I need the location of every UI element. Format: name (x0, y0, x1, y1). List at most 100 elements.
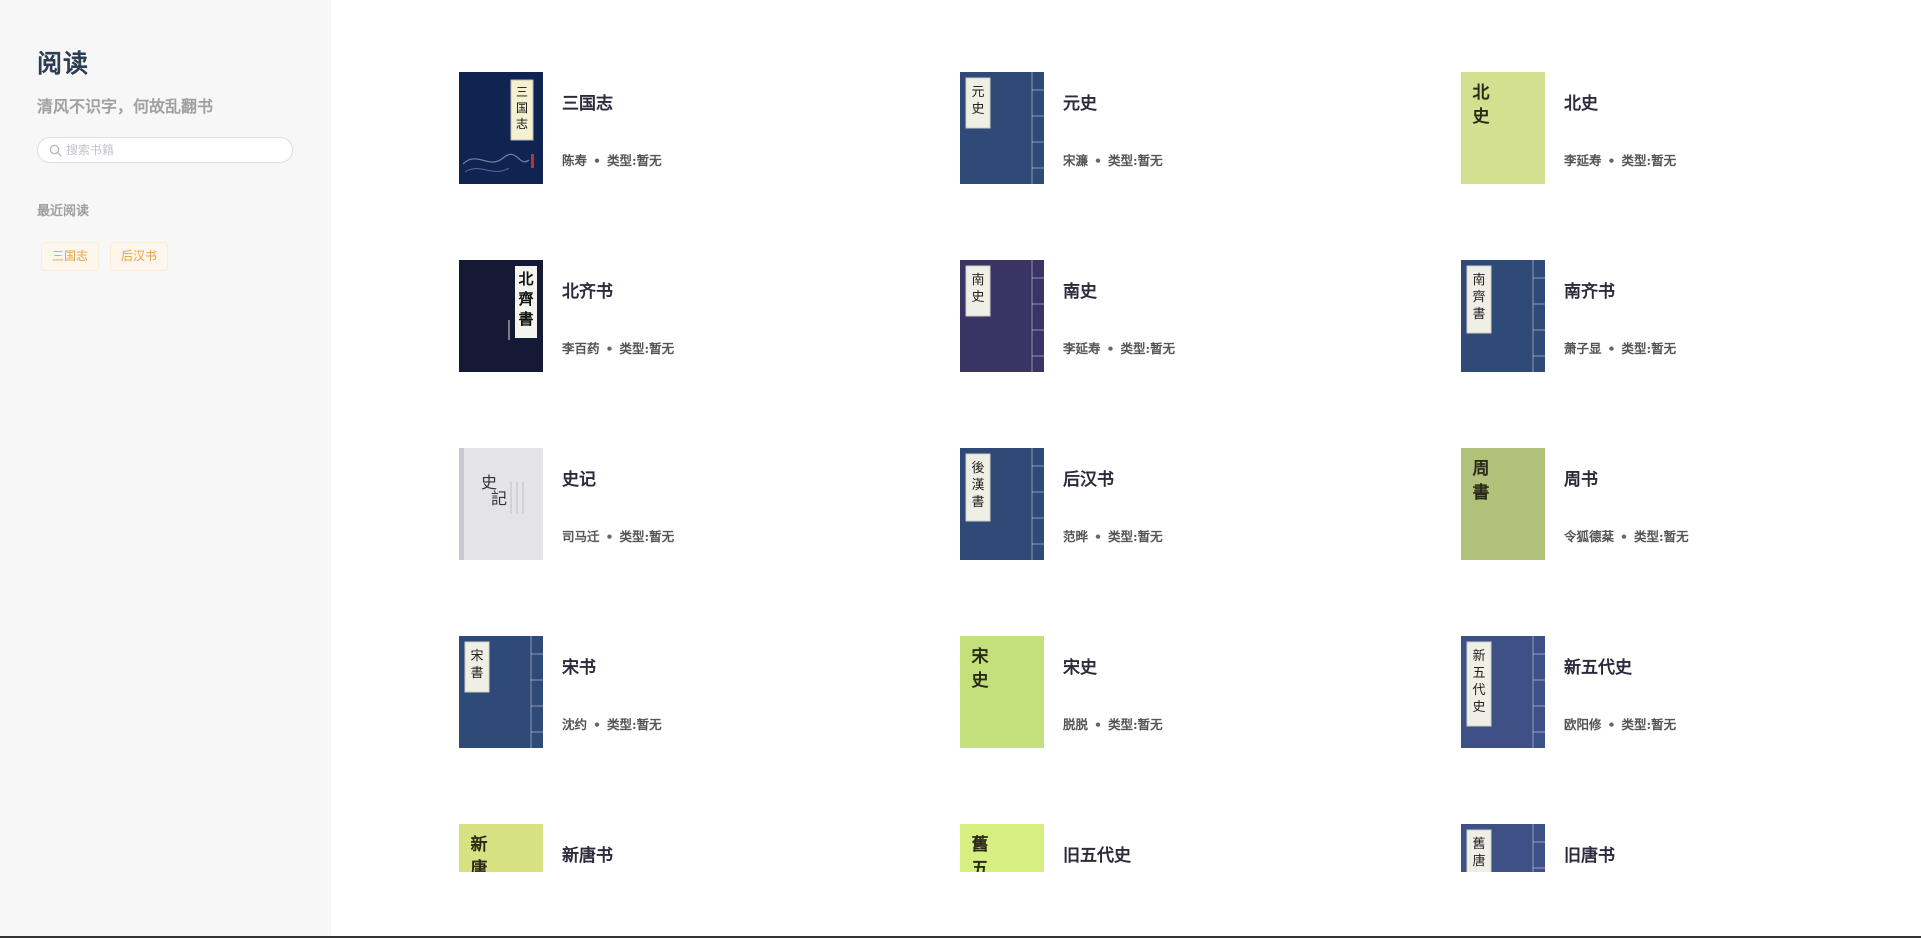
book-card[interactable]: 元史元史 宋濂 • 类型:暂无 (960, 72, 1420, 184)
book-card[interactable]: 宋史宋史脱脱 • 类型:暂无 (960, 636, 1420, 748)
svg-text:三: 三 (516, 85, 528, 99)
book-card[interactable]: 史記史记 司马迁 • 类型:暂无 (459, 448, 919, 560)
svg-text:記: 記 (491, 489, 507, 508)
svg-text:五: 五 (972, 859, 989, 872)
book-title[interactable]: 周书 (1564, 465, 1598, 490)
book-card[interactable]: 後漢書后汉书范晔 • 类型:暂无 (960, 448, 1420, 560)
book-card[interactable]: 舊五旧五代史 (960, 824, 1420, 872)
svg-text:周: 周 (1473, 459, 1490, 479)
book-cover-image[interactable]: 南史 (960, 260, 1044, 372)
book-cover-image[interactable]: 新唐 (459, 824, 543, 872)
book-title[interactable]: 北史 (1564, 89, 1598, 114)
book-author: 范晔 (1063, 529, 1089, 544)
book-title[interactable]: 史记 (562, 465, 596, 490)
book-cover-image[interactable]: 周書 (1461, 448, 1545, 560)
book-cover-image[interactable]: 舊唐 (1461, 824, 1545, 872)
book-type: 类型:暂无 (1621, 341, 1677, 356)
separator-dot: • (1094, 717, 1103, 732)
book-author: 李延寿 (1063, 341, 1101, 356)
book-grid: 三国志三国志 陈寿 • 类型:暂无元史元史 宋濂 • 类型:暂无北史北史 李延寿 • 类型:暂无北… (331, 0, 1921, 872)
book-title[interactable]: 旧唐书 (1564, 841, 1615, 866)
book-meta: 脱脱 • 类型:暂无 (1063, 714, 1163, 733)
search-box[interactable] (37, 137, 293, 163)
svg-text:書: 書 (518, 310, 533, 328)
book-author: 司马迁 (562, 529, 600, 544)
svg-text:書: 書 (470, 666, 483, 681)
book-card[interactable]: 南史南史 李延寿 • 类型:暂无 (960, 260, 1420, 372)
book-type: 类型:暂无 (1634, 529, 1689, 544)
book-type: 类型:暂无 (1108, 717, 1163, 732)
svg-text:南: 南 (1472, 272, 1485, 288)
book-title[interactable]: 新五代史 (1564, 653, 1632, 678)
book-cover-image[interactable]: 南齊書 (1461, 260, 1545, 372)
search-icon (49, 144, 62, 157)
book-author: 李延寿 (1564, 153, 1602, 168)
separator-dot: • (1620, 529, 1629, 544)
book-cover-image[interactable]: 新五代史 (1461, 636, 1545, 748)
book-title[interactable]: 新唐书 (562, 841, 613, 866)
book-title[interactable]: 元史 (1063, 89, 1097, 114)
search-input[interactable] (66, 141, 281, 159)
separator-dot: • (1607, 341, 1616, 356)
svg-text:新: 新 (1472, 648, 1485, 664)
book-cover-image[interactable]: 宋史 (960, 636, 1044, 748)
svg-text:書: 書 (971, 495, 984, 510)
book-cover-image[interactable]: 後漢書 (960, 448, 1044, 560)
book-cover-image[interactable]: 北齊書 (459, 260, 543, 372)
svg-text:唐: 唐 (471, 858, 488, 872)
book-title[interactable]: 宋书 (562, 653, 596, 678)
book-cover-image[interactable]: 北史 (1461, 72, 1545, 184)
book-cover-image[interactable]: 舊五 (960, 824, 1044, 872)
book-title[interactable]: 南齐书 (1564, 277, 1615, 302)
book-meta: 李百药 • 类型:暂无 (562, 338, 674, 357)
book-title[interactable]: 南史 (1063, 277, 1097, 302)
recent-item-houhanshu[interactable]: 后汉书 (110, 242, 169, 271)
book-card[interactable]: 北史北史 李延寿 • 类型:暂无 (1461, 72, 1921, 184)
book-meta: 宋濂 • 类型:暂无 (1063, 150, 1163, 169)
book-author: 沈约 (562, 717, 588, 732)
book-card[interactable]: 新五代史新五代史 欧阳修 • 类型:暂无 (1461, 636, 1921, 748)
book-cover-image[interactable]: 宋書 (459, 636, 543, 748)
book-title[interactable]: 后汉书 (1063, 465, 1114, 490)
svg-text:南: 南 (971, 272, 984, 288)
book-author: 萧子显 (1564, 341, 1602, 356)
book-cover-image[interactable]: 史記 (459, 448, 543, 560)
book-cover-image[interactable]: 三国志 (459, 72, 543, 184)
book-card[interactable]: 三国志三国志 陈寿 • 类型:暂无 (459, 72, 919, 184)
book-author: 脱脱 (1063, 717, 1089, 732)
app-title: 阅读 (37, 49, 90, 78)
book-card[interactable]: 周書周书 令狐德棻 • 类型:暂无 (1461, 448, 1921, 560)
book-author: 令狐德棻 (1564, 529, 1615, 544)
book-meta: 陈寿 • 类型:暂无 (562, 150, 662, 169)
svg-text:史: 史 (971, 290, 984, 305)
book-type: 类型:暂无 (1621, 153, 1677, 168)
book-meta: 范晔 • 类型:暂无 (1063, 526, 1163, 545)
book-card[interactable]: 北齊書北齐书 李百药 • 类型:暂无 (459, 260, 919, 372)
svg-text:志: 志 (516, 117, 528, 131)
book-type: 类型:暂无 (607, 153, 662, 168)
svg-text:齊: 齊 (517, 290, 534, 308)
book-title[interactable]: 旧五代史 (1063, 841, 1131, 866)
recent-item-sanguozhi[interactable]: 三国志 (41, 242, 100, 271)
book-author: 陈寿 (562, 153, 588, 168)
book-card[interactable]: 新唐新唐书 (459, 824, 919, 872)
svg-text:史: 史 (1473, 106, 1491, 127)
book-type: 类型:暂无 (1108, 529, 1163, 544)
book-card[interactable]: 宋書宋书沈约 • 类型:暂无 (459, 636, 919, 748)
book-author: 李百药 (562, 341, 600, 356)
book-card[interactable]: 舊唐旧唐书 (1461, 824, 1921, 872)
book-meta: 李延寿 • 类型:暂无 (1063, 338, 1175, 357)
separator-dot: • (605, 341, 614, 356)
book-type: 类型:暂无 (607, 717, 662, 732)
book-cover-image[interactable]: 元史 (960, 72, 1044, 184)
separator-dot: • (1607, 717, 1616, 732)
book-title[interactable]: 三国志 (562, 89, 613, 114)
recent-reading-heading: 最近阅读 (37, 204, 90, 219)
book-title[interactable]: 北齐书 (562, 277, 613, 302)
book-card[interactable]: 南齊書南齐书萧子显 • 类型:暂无 (1461, 260, 1921, 372)
book-meta: 萧子显 • 类型:暂无 (1564, 338, 1676, 357)
separator-dot: • (593, 717, 602, 732)
svg-text:北: 北 (518, 270, 533, 288)
svg-text:書: 書 (1473, 482, 1490, 503)
book-title[interactable]: 宋史 (1063, 653, 1097, 678)
